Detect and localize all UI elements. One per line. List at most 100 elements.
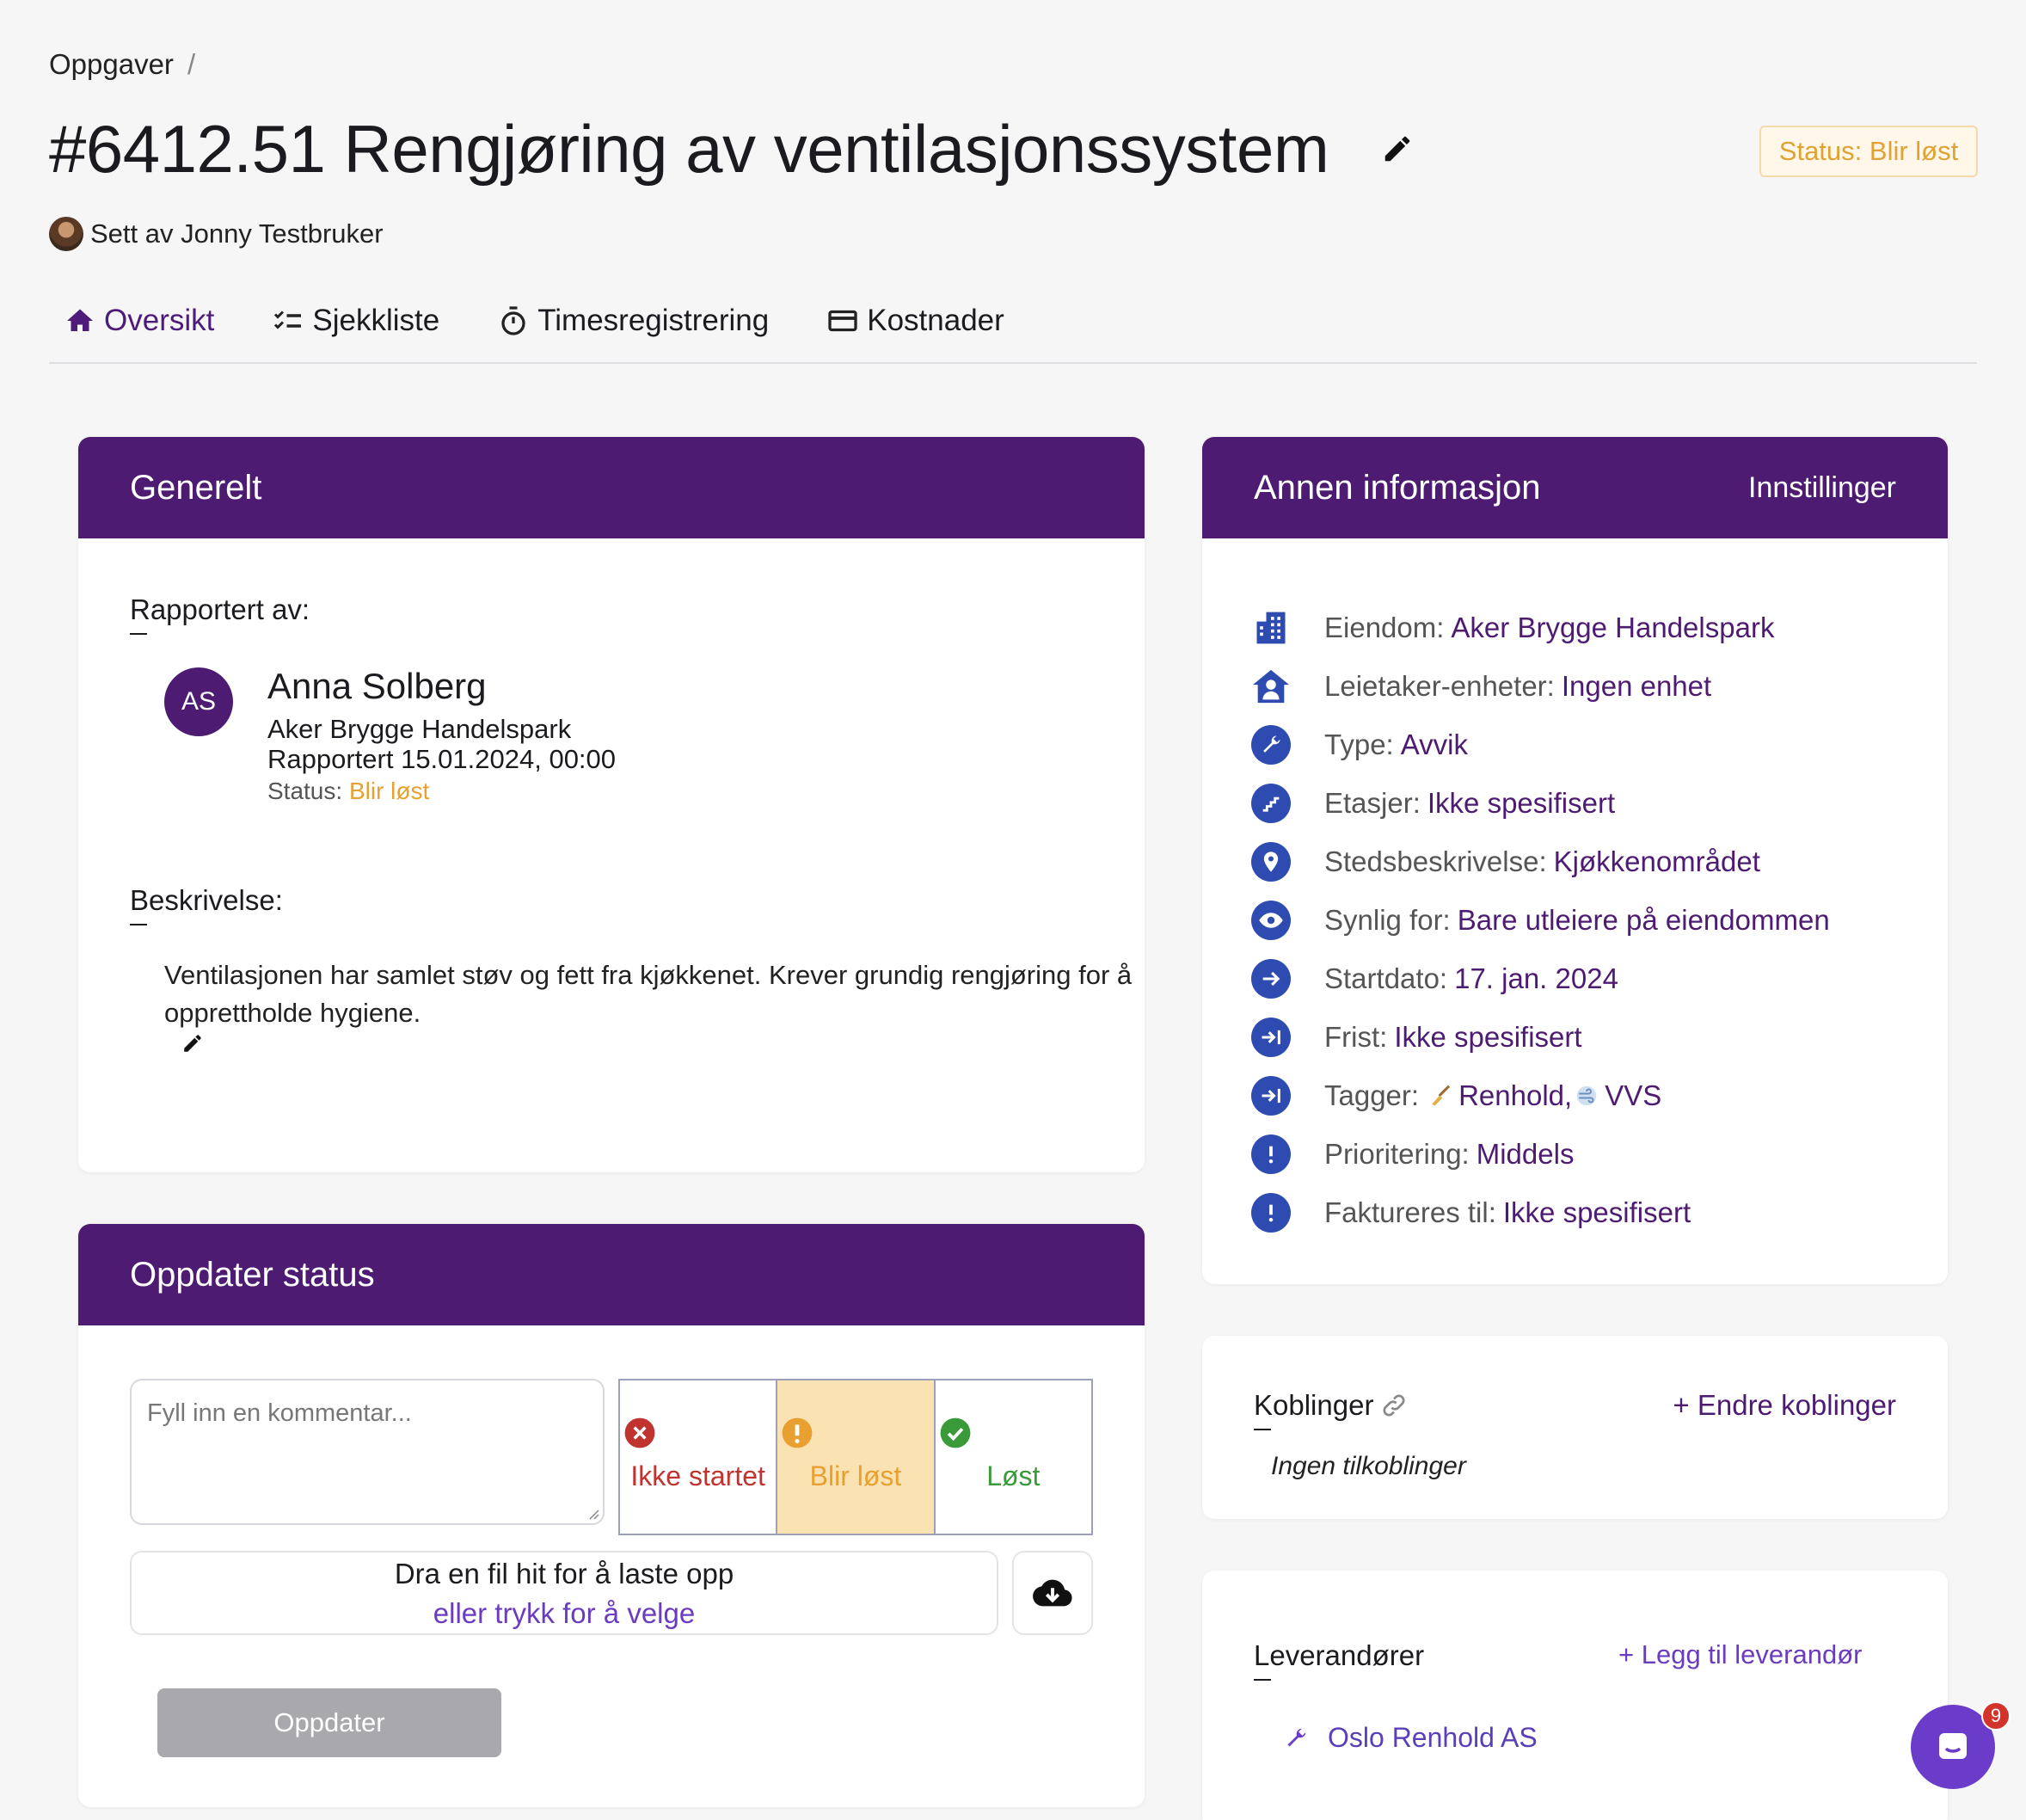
- suppliers-title: Leverandører: [1254, 1639, 1425, 1681]
- stopwatch-icon: [501, 306, 525, 335]
- info-value[interactable]: Kjøkkenområdet: [1554, 845, 1760, 878]
- info-value[interactable]: Ingen enhet: [1562, 670, 1711, 703]
- info-row-tags: Tagger: Renhold, VVS: [1250, 1075, 1661, 1116]
- status-option-lost[interactable]: Løst: [933, 1380, 1091, 1534]
- reporter-date: Rapportert 15.01.2024, 00:00: [267, 744, 617, 774]
- set-by: Sett av Jonny Testbruker: [49, 217, 384, 251]
- general-card-header: Generelt: [78, 437, 1145, 538]
- page-title: #6412.51 Rengjøring av ventilasjonssyste…: [49, 111, 1329, 187]
- breadcrumb-separator: /: [187, 48, 196, 80]
- checklist-icon: [274, 311, 302, 329]
- info-value[interactable]: Aker Brygge Handelspark: [1451, 612, 1774, 644]
- add-supplier-button[interactable]: + Legg til leverandør: [1618, 1639, 1862, 1670]
- status-badge: Status: Blir løst: [1759, 126, 1978, 177]
- tab-timesregistrering[interactable]: Timesregistrering: [498, 297, 769, 345]
- wrench-icon: [1263, 735, 1280, 753]
- info-label: Synlig for:: [1324, 904, 1451, 936]
- wrench-icon: [1287, 1728, 1306, 1746]
- status-option-blir-lost[interactable]: Blir løst: [776, 1380, 934, 1534]
- tab-kostnader[interactable]: Kostnader: [827, 297, 1004, 345]
- set-by-text: Sett av Jonny Testbruker: [90, 218, 384, 249]
- update-status-card: Oppdater status Fyll inn en kommentar...…: [78, 1224, 1145, 1807]
- chat-unread-badge: 9: [1981, 1701, 2011, 1731]
- status-option-label: Blir løst: [809, 1460, 902, 1491]
- links-empty-text: Ingen tilkoblinger: [1271, 1452, 1466, 1480]
- status-option-label: Ikke startet: [630, 1460, 765, 1491]
- tab-sjekkliste[interactable]: Sjekkliste: [273, 297, 439, 345]
- avatar: [49, 217, 83, 251]
- building-icon: [1256, 612, 1286, 644]
- links-title: Koblinger: [1254, 1389, 1408, 1430]
- arrow-to-line-icon: [1262, 1088, 1280, 1104]
- upload-button[interactable]: [1012, 1551, 1093, 1635]
- info-value[interactable]: Middels: [1477, 1138, 1575, 1171]
- tag-vvs[interactable]: VVS: [1605, 1079, 1661, 1112]
- tab-label: Timesregistrering: [537, 304, 770, 337]
- info-value[interactable]: Ikke spesifisert: [1503, 1196, 1691, 1229]
- exclamation-circle-icon: [782, 1417, 813, 1448]
- exclamation-icon: [1268, 1204, 1274, 1222]
- tag-renhold[interactable]: Renhold,: [1458, 1079, 1572, 1112]
- resize-grip-icon[interactable]: [586, 1506, 599, 1520]
- arrow-to-line-icon: [1262, 1030, 1280, 1045]
- comment-input[interactable]: Fyll inn en kommentar...: [130, 1379, 605, 1525]
- info-label: Stedsbeskrivelse:: [1324, 845, 1547, 877]
- stairs-icon: [1262, 796, 1280, 812]
- card-title: Generelt: [130, 468, 262, 507]
- info-row-billed-to: Faktureres til: Ikke spesifisert: [1250, 1192, 1691, 1233]
- info-label: Leietaker-enheter:: [1324, 670, 1555, 702]
- info-label: Etasjer:: [1324, 787, 1421, 819]
- cloud-download-icon: [1033, 1579, 1072, 1607]
- info-value[interactable]: Bare utleiere på eiendommen: [1458, 904, 1830, 937]
- supplier-item[interactable]: Oslo Renhold AS: [1283, 1722, 1538, 1754]
- info-row-type: Type: Avvik: [1250, 724, 1468, 766]
- card-title: Oppdater status: [130, 1255, 375, 1294]
- update-button[interactable]: Oppdater: [157, 1688, 501, 1757]
- tab-oversikt[interactable]: Oversikt: [49, 297, 214, 345]
- other-info-card: Annen informasjon Innstillinger Eiendom:…: [1202, 437, 1948, 1284]
- description-text: Ventilasjonen har samlet støv og fett fr…: [164, 960, 1133, 1028]
- credit-card-icon: [828, 310, 857, 332]
- link-icon: [1383, 1394, 1405, 1417]
- reporter-name: Anna Solberg: [267, 666, 487, 706]
- card-title: Annen informasjon: [1254, 468, 1541, 507]
- update-status-card-header: Oppdater status: [78, 1224, 1145, 1325]
- reporter-status-label: Status:: [267, 778, 343, 804]
- file-drop-zone[interactable]: Dra en fil hit for å laste opp eller try…: [130, 1551, 998, 1635]
- tab-label: Oversikt: [104, 304, 215, 337]
- info-row-deadline: Frist: Ikke spesifisert: [1250, 1017, 1582, 1058]
- info-row-start-date: Startdato: 17. jan. 2024: [1250, 958, 1618, 999]
- links-title-text: Koblinger: [1254, 1389, 1374, 1421]
- breadcrumb-root-link[interactable]: Oppgaver: [49, 48, 174, 80]
- edit-links-button[interactable]: + Endre koblinger: [1673, 1389, 1896, 1422]
- info-row-floors: Etasjer: Ikke spesifisert: [1250, 783, 1615, 824]
- general-card: Generelt Rapportert av: AS Anna Solberg …: [78, 437, 1145, 1172]
- edit-title-icon[interactable]: [1381, 132, 1414, 165]
- location-pin-icon: [1263, 852, 1279, 872]
- info-value[interactable]: Avvik: [1401, 729, 1468, 761]
- info-row-visible-for: Synlig for: Bare utleiere på eiendommen: [1250, 900, 1830, 941]
- eye-icon: [1259, 913, 1283, 928]
- info-row-priority: Prioritering: Middels: [1250, 1134, 1574, 1175]
- info-label: Prioritering:: [1324, 1138, 1470, 1170]
- reporter-status-value: Blir løst: [348, 778, 430, 804]
- status-option-ikke-startet[interactable]: Ikke startet: [620, 1380, 776, 1534]
- info-label: Startdato:: [1324, 962, 1448, 994]
- status-option-label: Løst: [986, 1460, 1041, 1491]
- description-label: Beskrivelse:: [130, 884, 283, 925]
- broom-icon: [1432, 1085, 1451, 1106]
- settings-link[interactable]: Innstillinger: [1748, 471, 1896, 505]
- upload-primary-text: Dra en fil hit for å laste opp: [394, 1558, 734, 1589]
- info-row-tenant-units: Leietaker-enheter: Ingen enhet: [1250, 666, 1711, 707]
- info-value[interactable]: 17. jan. 2024: [1454, 962, 1618, 995]
- info-label: Eiendom:: [1324, 612, 1445, 643]
- edit-description-icon[interactable]: [181, 1032, 204, 1054]
- tab-label: Sjekkliste: [312, 304, 440, 337]
- other-info-card-header: Annen informasjon Innstillinger: [1202, 437, 1948, 538]
- reporter-status: Status: Blir løst: [267, 778, 429, 805]
- upload-pick-link[interactable]: eller trykk for å velge: [132, 1594, 997, 1633]
- suppliers-card: Leverandører + Legg til leverandør Oslo …: [1202, 1571, 1948, 1820]
- arrow-right-icon: [1262, 971, 1280, 987]
- info-value[interactable]: Ikke spesifisert: [1394, 1021, 1581, 1054]
- info-value[interactable]: Ikke spesifisert: [1427, 787, 1615, 820]
